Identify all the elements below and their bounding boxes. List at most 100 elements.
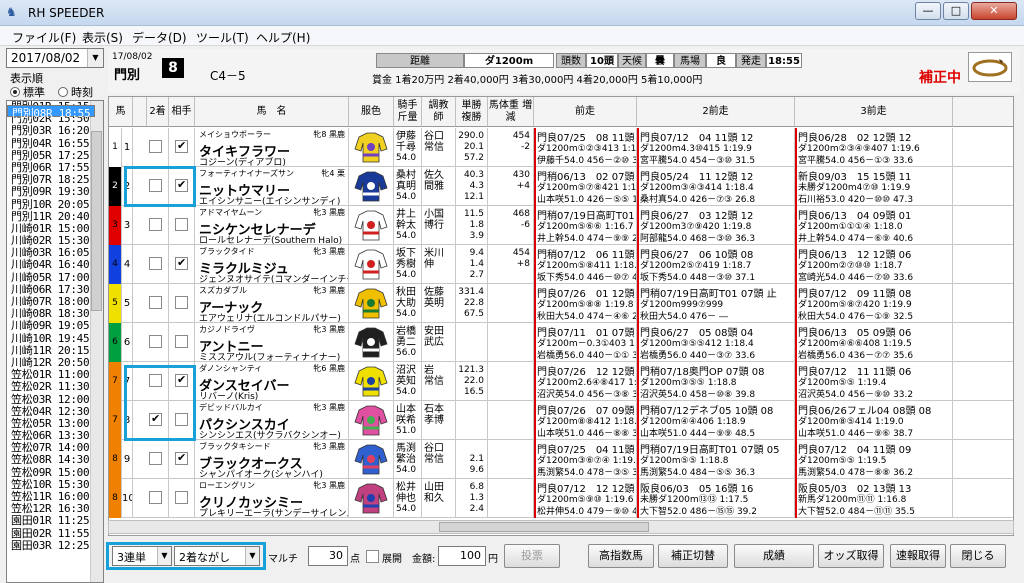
previous-race-cell[interactable]: 門良07/26 12 12頭 10ダ1200m2.6④⑧417 1:19.8沼沢…	[534, 362, 637, 401]
second-checkbox[interactable]	[149, 374, 162, 387]
previous-race-cell[interactable]: 阪良06/03 05 16頭 16 未勝ダ1200m⑬⑬ 1:17.5 大下智52.…	[637, 479, 795, 518]
previous-race-cell[interactable]: 門良06/13 12 12頭 06 ダ1200m②⑦⑩⑩ 1:18.7 宮崎光54.…	[795, 245, 953, 284]
table-row[interactable]: 810ローエングリン牝3 黒鹿クリノカッシミープレキリーエーラ(サンデーサイレン…	[109, 479, 1013, 518]
results-button[interactable]: 成績	[734, 544, 814, 568]
second-checkbox[interactable]	[149, 452, 162, 465]
horse-name-cell[interactable]: ブラックタイド牝3 黒鹿ミラクルミジュジェンヌオサイテ(コマンダーインチーフ)	[195, 245, 349, 284]
second-checkbox[interactable]	[149, 218, 162, 231]
second-checkbox[interactable]	[149, 257, 162, 270]
amount-input[interactable]: 100	[438, 546, 486, 566]
radio-standard[interactable]: 標準	[10, 84, 45, 100]
close-window-button[interactable]: ✕	[971, 2, 1017, 20]
previous-race-cell[interactable]: 門稍07/18奥門OP 07頭 08 ダ1200m③⑤⑤ 1:18.8 沼沢英54.…	[637, 362, 795, 401]
previous-race-cell[interactable]: 阪良05/03 02 13頭 13 新馬ダ1200m⑪⑪ 1:16.8 大下智52.…	[795, 479, 953, 518]
previous-race-cell[interactable]: 門稍06/13 02 07頭 07ダ1200m⑤⑦⑧421 1:19.8山本咲5…	[534, 167, 637, 206]
col-prev3[interactable]: 3前走	[795, 97, 953, 127]
table-row[interactable]: 3 3 アドマイヤムーン 牝3 黒鹿 ニシケンセレナーデ ロールセレナーデ(Souther…	[109, 206, 1013, 245]
minimize-button[interactable]: —	[915, 2, 941, 20]
partner-checkbox[interactable]	[175, 139, 188, 153]
menu-data[interactable]: データ(D)	[132, 29, 187, 46]
partner-checkbox[interactable]	[175, 491, 188, 504]
partner-checkbox[interactable]	[175, 373, 188, 387]
previous-race-cell[interactable]: 門良07/12 12 12頭 10ダ1200m⑤⑨⑩ 1:19.6松井伸54.0…	[534, 479, 637, 518]
previous-race-cell[interactable]: 新良09/03 15 15頭 11 未勝ダ1200m4⑦⑩ 1:19.9 石川裕53…	[795, 167, 953, 206]
previous-race-cell[interactable]: 門良07/26 01 12頭 12ダ1200m⑤⑧⑧ 1:19.8秋田大54.0…	[534, 284, 637, 323]
horse-name-cell[interactable]: ローエングリン 牝3 黒鹿 クリノカッシミー プレキリーエーラ(サンデーサイレンス)	[195, 479, 349, 518]
horse-name-cell[interactable]: ダノンシャンティ 牝6 黒鹿 ダンスセイバー リバーノ(Kris)	[195, 362, 349, 401]
race-list-item[interactable]: 川崎09R 19:05	[7, 320, 103, 332]
previous-race-cell[interactable]: 門良07/25 08 11頭 11ダ1200m①②③413 1:19.7伊藤千5…	[534, 128, 637, 167]
previous-race-cell[interactable]: 門良06/13 05 09頭 06 ダ1200m④⑥⑥408 1:19.5 岩橋勇5…	[795, 323, 953, 362]
previous-race-cell[interactable]: 門稍07/12デネブ05 10頭 08 ダ1200m④④406 1:18.9 山本咲…	[637, 401, 795, 440]
partner-checkbox[interactable]	[175, 451, 188, 465]
race-list-item[interactable]: 園田03R 12:25	[7, 539, 103, 552]
race-list-item[interactable]: 門別03R 16:20	[7, 125, 103, 137]
table-row[interactable]: 78デビッドバルカイ牝3 黒鹿パクシンスカイシンシンエス(サクラバクシンオー)山…	[109, 401, 1013, 440]
previous-race-cell[interactable]: 門良07/12 04 11頭 09 ダ1200m⑤⑤ 1:19.5 馬渕繁54.0 …	[795, 440, 953, 479]
col-odds[interactable]: 単勝 複勝	[456, 97, 488, 127]
race-list-item[interactable]: 川崎05R 17:00	[7, 271, 103, 284]
race-list-item[interactable]: 笠松02R 11:30	[7, 381, 103, 393]
second-checkbox[interactable]	[149, 412, 162, 426]
previous-race-cell[interactable]: 門良06/28 02 12頭 12 ダ1200m②③④⑨407 1:19.6 宮平騰…	[795, 128, 953, 167]
radio-time[interactable]: 時刻	[58, 84, 93, 100]
partner-checkbox[interactable]	[175, 413, 188, 426]
previous-race-cell[interactable]: 門良05/24 11 12頭 12 ダ1200m③④③414 1:18.4 桑村真5…	[637, 167, 795, 206]
previous-race-cell[interactable]: 門良07/12 11 11頭 06 ダ1200m⑤⑤ 1:19.4 沼沢英54.0 …	[795, 362, 953, 401]
menu-view[interactable]: 表示(S)	[82, 29, 123, 46]
second-checkbox[interactable]	[149, 296, 162, 309]
chevron-down-icon[interactable]: ▼	[87, 49, 103, 67]
table-row[interactable]: 44ブラックタイド牝3 黒鹿ミラクルミジュジェンヌオサイテ(コマンダーインチーフ…	[109, 245, 1013, 284]
col-trainer[interactable]: 調教 師	[422, 97, 456, 127]
col-prev2[interactable]: 2前走	[637, 97, 795, 127]
race-list-item[interactable]: 園田02R 11:55	[7, 527, 103, 540]
previous-race-cell[interactable]: 門良06/26フェル04 08頭 08 ダ1200m⑧⑤414 1:19.0 山本咲…	[795, 401, 953, 440]
race-list-item[interactable]: 笠松03R 12:00	[7, 393, 103, 406]
second-checkbox[interactable]	[149, 179, 162, 192]
col-second[interactable]: 2着	[147, 97, 169, 127]
maximize-button[interactable]: □	[943, 2, 969, 20]
vote-button[interactable]: 投票	[504, 544, 560, 568]
partner-checkbox[interactable]	[175, 256, 188, 270]
second-checkbox[interactable]	[149, 491, 162, 504]
table-row[interactable]: 22フォーティナイナーズサン牝4 栗ニットウマリーエイシンサニー(エイシンサンデ…	[109, 167, 1013, 206]
col-prev1[interactable]: 前走	[534, 97, 637, 127]
race-list-item[interactable]: 門別08R 18:55	[7, 105, 96, 120]
column-header[interactable]	[953, 97, 1013, 127]
previous-race-cell[interactable]: 門良06/27 05 08頭 04 ダ1200m③⑤⑤412 1:18.4 岩橋勇5…	[637, 323, 795, 362]
second-checkbox[interactable]	[149, 335, 162, 348]
menu-help[interactable]: ヘルプ(H)	[256, 29, 310, 46]
col-silks[interactable]: 服色	[349, 97, 394, 127]
chevron-down-icon[interactable]: ▼	[245, 547, 259, 565]
col-jockey[interactable]: 騎手 斤量	[394, 97, 422, 127]
menu-file[interactable]: ファイル(F)	[12, 29, 76, 46]
col-horse-name[interactable]: 馬 名	[195, 97, 349, 127]
horse-name-cell[interactable]: カジノドライヴ 牝3 黒鹿 アントニー ミススアウル(フォーティナイナー)	[195, 323, 349, 362]
correction-toggle-button[interactable]: 補正切替	[658, 544, 728, 568]
previous-race-cell[interactable]: 門良07/11 01 07頭 01ダ1200m－0.3①403 1:18.1岩橋…	[534, 323, 637, 362]
menu-tools[interactable]: ツール(T)	[196, 29, 249, 46]
previous-race-cell[interactable]: 門良06/13 04 09頭 01 ダ1200m①①①④ 1:18.0 井上幹54.…	[795, 206, 953, 245]
horse-name-cell[interactable]: フォーティナイナーズサン 牝4 栗ニットウマリー エイシンサニー(エイシンサンディ)	[195, 167, 349, 206]
previous-race-cell[interactable]: 門稍07/19日高町T01 07頭 05 ダ1200m⑤⑤ 1:18.8 馬渕繁54…	[637, 440, 795, 479]
previous-race-cell[interactable]: 門良07/12 04 11頭 12 ダ1200m4.3⑩415 1:19.9 宮平騰…	[637, 128, 795, 167]
horse-name-cell[interactable]: メイショウボーラー 牝8 黒鹿 タイキフラワー コジーン(ディアブロ)	[195, 128, 349, 167]
table-row[interactable]: 5 5 スズカダブル 牝3 黒鹿 アーナック エアウェリナ(エルコンドルパサー) 秋田 大助 5…	[109, 284, 1013, 323]
col-horse-number[interactable]: 馬	[109, 97, 133, 127]
race-list-item[interactable]: 川崎04R 16:40	[7, 259, 103, 271]
date-select[interactable]: 2017/08/02 ▼	[6, 48, 104, 68]
col-weight[interactable]: 馬体重 増減	[488, 97, 534, 127]
race-list-item[interactable]: 園田01R 11:25	[7, 515, 103, 527]
race-list-item[interactable]: 笠松08R 14:30	[7, 454, 103, 466]
race-list-item[interactable]: 笠松09R 15:00	[7, 466, 103, 479]
partner-checkbox[interactable]	[175, 178, 188, 192]
partner-checkbox[interactable]	[175, 296, 188, 309]
horse-name-cell[interactable]: デビッドバルカイ 牝3 黒鹿 パクシンスカイ シンシンエス(サクラバクシンオー)	[195, 401, 349, 440]
horizontal-scrollbar[interactable]	[108, 520, 1014, 534]
previous-race-cell[interactable]: 門良06/27 06 10頭 08 ダ1200m2⑤⑦419 1:18.7 坂下秀5…	[637, 245, 795, 284]
bet-type-select[interactable]: 3連単 ▼	[112, 546, 172, 566]
table-row[interactable]: 77ダノンシャンティ牝6 黒鹿ダンスセイバーリバーノ(Kris)沼沢英知54.0…	[109, 362, 1013, 401]
column-header[interactable]	[133, 97, 147, 127]
previous-race-cell[interactable]: 門良07/26 07 09頭 07ダ1200m⑧⑧412 1:18.9山本咲51…	[534, 401, 637, 440]
chevron-down-icon[interactable]: ▼	[157, 547, 171, 565]
